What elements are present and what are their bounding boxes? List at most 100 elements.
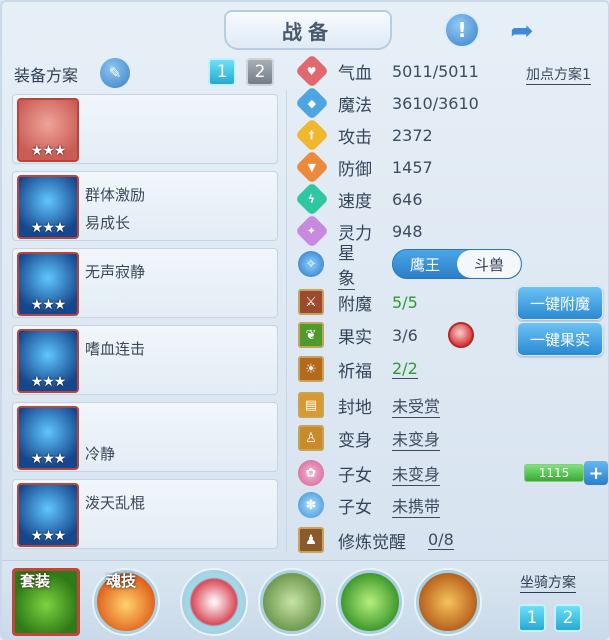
equip-plan-1-button[interactable]: 1 (208, 58, 236, 86)
page-title: 战备 (224, 10, 392, 50)
mount-plan-label[interactable]: 坐骑方案 (520, 572, 576, 593)
talisman-icon[interactable] (182, 570, 246, 634)
stat-mp: ◆ 魔法 3610/3610 (295, 86, 479, 120)
stars: ★★★ (30, 220, 67, 236)
skill-slot-3[interactable]: ★★★ 无声寂静 (12, 248, 278, 318)
share-button[interactable]: ➦ (504, 12, 540, 48)
mount-plan-1-button[interactable]: 1 (518, 604, 546, 632)
stars: ★★★ (30, 451, 67, 467)
fruit-label: 果实 (338, 327, 372, 348)
skill-icon: ★★★ (17, 175, 79, 239)
stars: ★★★ (30, 143, 67, 159)
skill-slot-1[interactable]: ★★★ (12, 94, 278, 164)
timer-icon[interactable] (448, 322, 474, 348)
stat-label: 攻击 (338, 127, 372, 148)
skill-slot-6[interactable]: ★★★ 泼天乱棍 (12, 479, 278, 549)
star-sign-icon: ✧ (298, 251, 324, 277)
mount-plan-2-button[interactable]: 2 (554, 604, 582, 632)
speed-icon: ϟ (295, 182, 329, 216)
child-score-bar: 1115 (524, 464, 584, 482)
star-option-eagle[interactable]: 鹰王 (393, 250, 457, 278)
stat-spirit: ✦ 灵力 948 (295, 214, 423, 248)
stars: ★★★ (30, 374, 67, 390)
green-spirit-icon[interactable] (338, 570, 402, 634)
battle-prep-panel: 战备 ! ➦ 装备方案 ✎ 1 2 ★★★ ★★★ 群体激励 易成长 ★★★ 无… (0, 0, 610, 640)
child-label: 子女 (338, 465, 372, 486)
child-value[interactable]: 未携带 (392, 493, 441, 518)
stat-hp: ♥ 气血 5011/5011 (295, 54, 479, 88)
suit-label: 套装 (20, 572, 51, 590)
blessing-label: 祈福 (338, 361, 372, 382)
skill-icon: ★★★ (17, 483, 79, 547)
stat-label: 魔法 (338, 95, 372, 116)
edit-pen-icon[interactable]: ✎ (100, 58, 130, 88)
stat-value: 3610/3610 (392, 93, 479, 113)
stat-label: 速度 (338, 191, 372, 212)
equip-plan-2-button[interactable]: 2 (246, 58, 274, 86)
fruit-icon: ❦ (298, 322, 324, 348)
sword-slash-icon[interactable] (260, 570, 324, 634)
stat-atk: † 攻击 2372 (295, 118, 433, 152)
spirit-icon: ✦ (295, 214, 329, 248)
skill-name-2: 冷静 (85, 445, 116, 463)
stat-def: ▼ 防御 1457 (295, 150, 433, 184)
skill-slot-5[interactable]: ★★★ 冷静 (12, 402, 278, 472)
skill-icon: ★★★ (17, 98, 79, 162)
child-row-1: ✿ 子女 未变身 (298, 459, 441, 487)
fruit-row: ❦ 果实 3/6 (298, 321, 418, 349)
fief-label: 封地 (338, 397, 372, 418)
skill-icon: ★★★ (17, 406, 79, 470)
blessing-value[interactable]: 2/2 (392, 359, 418, 379)
enchant-label: 附魔 (338, 294, 372, 315)
cultivation-label: 修炼觉醒 (338, 532, 406, 553)
skill-icon: ★★★ (17, 329, 79, 393)
child-row-2: ✽ 子女 未携带 (298, 491, 441, 519)
add-point-plan-link[interactable]: 加点方案1 (526, 64, 591, 85)
cultivation-value[interactable]: 0/8 (428, 530, 454, 550)
heart-icon: ♥ (295, 54, 329, 88)
fief-row: ▤ 封地 未受赏 (298, 391, 441, 419)
skill-name: 泼天乱棍 (85, 494, 146, 512)
transform-label: 变身 (338, 430, 372, 451)
auto-fruit-button[interactable]: 一键果实 (517, 322, 603, 356)
lotus-icon: ✿ (298, 460, 324, 486)
star-option-beast[interactable]: 斗兽 (457, 250, 521, 278)
share-icon: ➦ (510, 13, 534, 47)
stars: ★★★ (30, 297, 67, 313)
stat-label: 气血 (338, 63, 372, 84)
child-value[interactable]: 未变身 (392, 461, 441, 486)
stat-value: 948 (392, 221, 423, 241)
lion-spirit-icon[interactable] (416, 570, 480, 634)
skill-slot-2[interactable]: ★★★ 群体激励 易成长 (12, 171, 278, 241)
transform-value[interactable]: 未变身 (392, 426, 441, 451)
auto-enchant-button[interactable]: 一键附魔 (517, 286, 603, 320)
add-button[interactable]: + (584, 461, 608, 485)
enchant-value: 5/5 (392, 292, 418, 312)
mana-icon: ◆ (295, 86, 329, 120)
fief-value[interactable]: 未受赏 (392, 393, 441, 418)
blessing-row: ☀ 祈福 2/2 (298, 355, 418, 383)
shield-icon: ▼ (295, 150, 329, 184)
plus-icon: + (588, 462, 604, 484)
child-label: 子女 (338, 497, 372, 518)
skill-icon: ★★★ (17, 252, 79, 316)
info-button[interactable]: ! (444, 12, 480, 48)
star-sign-label[interactable]: 星象 (338, 239, 355, 290)
stat-value: 1457 (392, 157, 433, 177)
transform-row: ♙ 变身 未变身 (298, 424, 441, 452)
skill-slot-4[interactable]: ★★★ 嗜血连击 (12, 325, 278, 395)
sword-icon: † (295, 118, 329, 152)
blessing-icon: ☀ (298, 356, 324, 382)
skill-name: 群体激励 (85, 186, 146, 204)
cultivation-icon: ♟ (298, 527, 324, 553)
star-sign-toggle[interactable]: 鹰王 斗兽 (392, 249, 522, 279)
skill-name: 嗜血连击 (85, 340, 146, 358)
transform-icon: ♙ (298, 425, 324, 451)
fief-icon: ▤ (298, 392, 324, 418)
stars: ★★★ (30, 528, 67, 544)
skill-name-2: 易成长 (85, 214, 131, 232)
equip-plan-label: 装备方案 (14, 66, 79, 85)
enchant-row: ⚔ 附魔 5/5 (298, 288, 418, 316)
stat-value: 5011/5011 (392, 61, 479, 81)
star-sign-row: ✧ 星象 (298, 244, 355, 290)
